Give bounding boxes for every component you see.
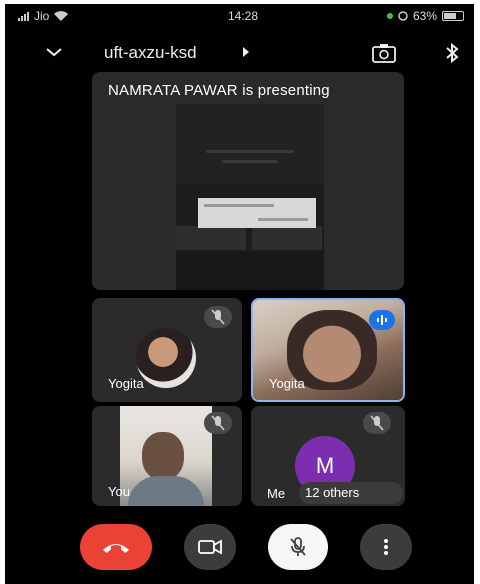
chevron-down-icon[interactable] — [44, 42, 64, 62]
mic-off-icon — [204, 306, 232, 328]
presentation-tile[interactable]: NAMRATA PAWAR is presenting — [92, 72, 404, 290]
camera-in-use-icon — [386, 13, 393, 19]
status-bar: Jio 14:28 63% — [8, 6, 474, 26]
screenshot-border — [0, 0, 480, 4]
signal-icon — [18, 11, 29, 21]
battery-percent: 63% — [412, 9, 437, 23]
speaking-indicator-icon — [369, 310, 395, 330]
participant-tile[interactable]: Yogita — [92, 298, 242, 402]
meeting-header: uft-axzu-ksd — [8, 34, 474, 74]
end-call-button[interactable] — [80, 524, 152, 570]
camera-button[interactable] — [184, 524, 236, 570]
others-count: 12 others — [305, 485, 360, 500]
shared-screen-preview — [176, 104, 324, 290]
camera-icon — [198, 539, 222, 555]
mic-off-icon — [204, 412, 232, 434]
participant-name: Me — [267, 486, 286, 501]
participant-tile-self[interactable]: You — [92, 406, 242, 506]
avatar — [136, 328, 196, 388]
more-options-button[interactable] — [360, 524, 412, 570]
end-call-icon — [103, 544, 129, 553]
participant-name: Yogita — [269, 376, 305, 391]
bluetooth-icon[interactable] — [444, 41, 460, 65]
meet-screen: Jio 14:28 63% uft-axzu-ksd NAMRATA PAWAR… — [0, 0, 480, 584]
switch-camera-icon[interactable] — [372, 43, 396, 63]
wifi-icon — [54, 11, 69, 21]
presenter-label: NAMRATA PAWAR is presenting — [108, 82, 330, 99]
mic-off-icon — [363, 412, 391, 434]
more-vert-icon — [384, 539, 388, 555]
battery-icon — [442, 11, 464, 21]
microphone-button[interactable] — [268, 524, 328, 570]
self-video — [120, 406, 212, 506]
clock: 14:28 — [228, 9, 259, 23]
participant-tile-active[interactable]: Yogita — [251, 298, 405, 402]
participant-tile-others[interactable]: M Me 12 others — [251, 406, 405, 506]
caret-right-icon[interactable] — [243, 47, 249, 57]
others-count-chip[interactable]: 12 others — [299, 482, 403, 504]
screenshot-border — [0, 0, 5, 584]
participant-name: Yogita — [108, 376, 144, 391]
carrier-name: Jio — [34, 9, 50, 23]
mic-off-icon — [290, 537, 306, 556]
screenshot-border — [474, 0, 480, 584]
alarm-icon — [398, 11, 408, 21]
participant-name: You — [108, 484, 130, 499]
meeting-code[interactable]: uft-axzu-ksd — [104, 43, 197, 63]
